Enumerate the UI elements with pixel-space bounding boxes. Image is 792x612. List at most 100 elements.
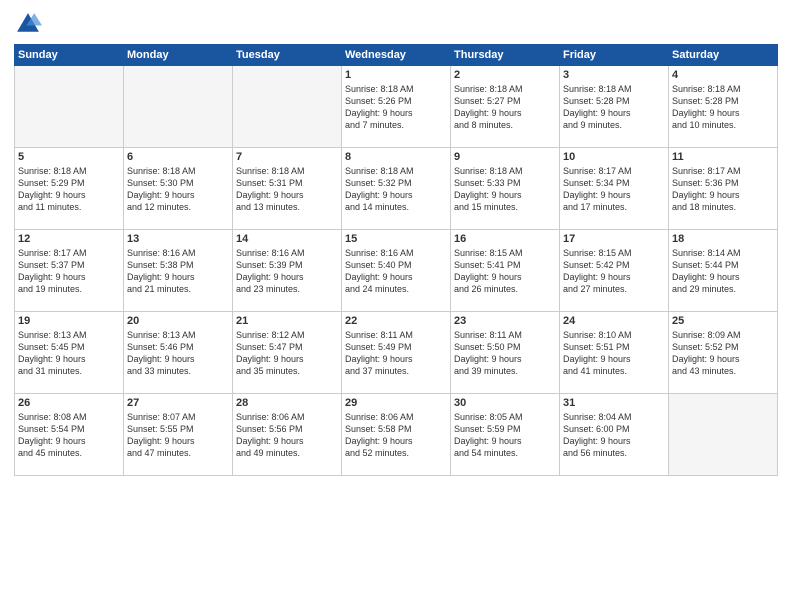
day-cell: 13 Sunrise: 8:16 AMSunset: 5:38 PMDayligh…: [124, 230, 233, 312]
header-cell-thursday: Thursday: [451, 45, 560, 66]
day-info: Sunrise: 8:16 AMSunset: 5:39 PMDaylight:…: [236, 247, 338, 296]
day-number: 1: [345, 69, 447, 81]
day-number: 18: [672, 233, 774, 245]
day-info: Sunrise: 8:09 AMSunset: 5:52 PMDaylight:…: [672, 329, 774, 378]
day-info: Sunrise: 8:18 AMSunset: 5:30 PMDaylight:…: [127, 165, 229, 214]
day-info: Sunrise: 8:10 AMSunset: 5:51 PMDaylight:…: [563, 329, 665, 378]
day-cell: 9 Sunrise: 8:18 AMSunset: 5:33 PMDaylight…: [451, 148, 560, 230]
day-info: Sunrise: 8:18 AMSunset: 5:26 PMDaylight:…: [345, 83, 447, 132]
day-cell: 14 Sunrise: 8:16 AMSunset: 5:39 PMDayligh…: [233, 230, 342, 312]
day-number: 23: [454, 315, 556, 327]
day-cell: 3 Sunrise: 8:18 AMSunset: 5:28 PMDaylight…: [560, 66, 669, 148]
calendar-body: 1 Sunrise: 8:18 AMSunset: 5:26 PMDaylight…: [15, 66, 778, 476]
day-info: Sunrise: 8:14 AMSunset: 5:44 PMDaylight:…: [672, 247, 774, 296]
day-cell: 28 Sunrise: 8:06 AMSunset: 5:56 PMDayligh…: [233, 394, 342, 476]
day-info: Sunrise: 8:16 AMSunset: 5:40 PMDaylight:…: [345, 247, 447, 296]
day-number: 3: [563, 69, 665, 81]
day-number: 19: [18, 315, 120, 327]
day-number: 21: [236, 315, 338, 327]
day-cell: 30 Sunrise: 8:05 AMSunset: 5:59 PMDayligh…: [451, 394, 560, 476]
day-cell: 1 Sunrise: 8:18 AMSunset: 5:26 PMDaylight…: [342, 66, 451, 148]
week-row-1: 1 Sunrise: 8:18 AMSunset: 5:26 PMDaylight…: [15, 66, 778, 148]
day-cell: [233, 66, 342, 148]
day-cell: 21Sunrise: 8:12 AMSunset: 5:47 PMDayligh…: [233, 312, 342, 394]
day-info: Sunrise: 8:18 AMSunset: 5:28 PMDaylight:…: [672, 83, 774, 132]
day-number: 20: [127, 315, 229, 327]
day-cell: 8 Sunrise: 8:18 AMSunset: 5:32 PMDaylight…: [342, 148, 451, 230]
day-number: 29: [345, 397, 447, 409]
week-row-3: 12 Sunrise: 8:17 AMSunset: 5:37 PMDayligh…: [15, 230, 778, 312]
header-cell-tuesday: Tuesday: [233, 45, 342, 66]
day-info: Sunrise: 8:15 AMSunset: 5:42 PMDaylight:…: [563, 247, 665, 296]
day-number: 16: [454, 233, 556, 245]
header: [14, 10, 778, 38]
day-number: 4: [672, 69, 774, 81]
day-number: 2: [454, 69, 556, 81]
day-number: 13: [127, 233, 229, 245]
day-number: 30: [454, 397, 556, 409]
day-info: Sunrise: 8:04 AMSunset: 6:00 PMDaylight:…: [563, 411, 665, 460]
day-cell: 24 Sunrise: 8:10 AMSunset: 5:51 PMDayligh…: [560, 312, 669, 394]
day-number: 28: [236, 397, 338, 409]
day-cell: 22 Sunrise: 8:11 AMSunset: 5:49 PMDayligh…: [342, 312, 451, 394]
day-info: Sunrise: 8:06 AMSunset: 5:56 PMDaylight:…: [236, 411, 338, 460]
day-number: 9: [454, 151, 556, 163]
day-number: 5: [18, 151, 120, 163]
day-info: Sunrise: 8:13 AMSunset: 5:45 PMDaylight:…: [18, 329, 120, 378]
day-cell: 15 Sunrise: 8:16 AMSunset: 5:40 PMDayligh…: [342, 230, 451, 312]
header-row: SundayMondayTuesdayWednesdayThursdayFrid…: [15, 45, 778, 66]
day-info: Sunrise: 8:18 AMSunset: 5:29 PMDaylight:…: [18, 165, 120, 214]
day-cell: 12 Sunrise: 8:17 AMSunset: 5:37 PMDayligh…: [15, 230, 124, 312]
day-cell: 2 Sunrise: 8:18 AMSunset: 5:27 PMDaylight…: [451, 66, 560, 148]
day-number: 11: [672, 151, 774, 163]
header-cell-sunday: Sunday: [15, 45, 124, 66]
day-info: Sunrise: 8:17 AMSunset: 5:36 PMDaylight:…: [672, 165, 774, 214]
day-info: Sunrise: 8:15 AMSunset: 5:41 PMDaylight:…: [454, 247, 556, 296]
day-info: Sunrise: 8:18 AMSunset: 5:27 PMDaylight:…: [454, 83, 556, 132]
day-info: Sunrise: 8:18 AMSunset: 5:32 PMDaylight:…: [345, 165, 447, 214]
day-info: Sunrise: 8:16 AMSunset: 5:38 PMDaylight:…: [127, 247, 229, 296]
day-info: Sunrise: 8:05 AMSunset: 5:59 PMDaylight:…: [454, 411, 556, 460]
day-info: Sunrise: 8:18 AMSunset: 5:28 PMDaylight:…: [563, 83, 665, 132]
day-cell: 4 Sunrise: 8:18 AMSunset: 5:28 PMDaylight…: [669, 66, 778, 148]
day-cell: 5 Sunrise: 8:18 AMSunset: 5:29 PMDaylight…: [15, 148, 124, 230]
header-cell-saturday: Saturday: [669, 45, 778, 66]
day-cell: 17 Sunrise: 8:15 AMSunset: 5:42 PMDayligh…: [560, 230, 669, 312]
day-info: Sunrise: 8:11 AMSunset: 5:49 PMDaylight:…: [345, 329, 447, 378]
day-number: 12: [18, 233, 120, 245]
header-cell-friday: Friday: [560, 45, 669, 66]
logo-icon: [14, 10, 42, 38]
day-cell: 7Sunrise: 8:18 AMSunset: 5:31 PMDaylight…: [233, 148, 342, 230]
header-cell-wednesday: Wednesday: [342, 45, 451, 66]
day-cell: 19 Sunrise: 8:13 AMSunset: 5:45 PMDayligh…: [15, 312, 124, 394]
day-number: 24: [563, 315, 665, 327]
calendar-table: SundayMondayTuesdayWednesdayThursdayFrid…: [14, 44, 778, 476]
day-cell: 23 Sunrise: 8:11 AMSunset: 5:50 PMDayligh…: [451, 312, 560, 394]
day-number: 15: [345, 233, 447, 245]
day-cell: 27Sunrise: 8:07 AMSunset: 5:55 PMDayligh…: [124, 394, 233, 476]
day-info: Sunrise: 8:06 AMSunset: 5:58 PMDaylight:…: [345, 411, 447, 460]
day-cell: 18 Sunrise: 8:14 AMSunset: 5:44 PMDayligh…: [669, 230, 778, 312]
day-number: 25: [672, 315, 774, 327]
day-info: Sunrise: 8:11 AMSunset: 5:50 PMDaylight:…: [454, 329, 556, 378]
day-number: 27: [127, 397, 229, 409]
day-info: Sunrise: 8:13 AMSunset: 5:46 PMDaylight:…: [127, 329, 229, 378]
day-number: 17: [563, 233, 665, 245]
day-cell: 11 Sunrise: 8:17 AMSunset: 5:36 PMDayligh…: [669, 148, 778, 230]
day-cell: 20 Sunrise: 8:13 AMSunset: 5:46 PMDayligh…: [124, 312, 233, 394]
day-cell: 26 Sunrise: 8:08 AMSunset: 5:54 PMDayligh…: [15, 394, 124, 476]
day-info: Sunrise: 8:17 AMSunset: 5:37 PMDaylight:…: [18, 247, 120, 296]
day-number: 14: [236, 233, 338, 245]
day-cell: 16 Sunrise: 8:15 AMSunset: 5:41 PMDayligh…: [451, 230, 560, 312]
day-number: 26: [18, 397, 120, 409]
day-info: Sunrise: 8:08 AMSunset: 5:54 PMDaylight:…: [18, 411, 120, 460]
day-number: 6: [127, 151, 229, 163]
calendar-header: SundayMondayTuesdayWednesdayThursdayFrid…: [15, 45, 778, 66]
day-number: 10: [563, 151, 665, 163]
day-info: Sunrise: 8:18 AMSunset: 5:31 PMDaylight:…: [236, 165, 338, 214]
day-info: Sunrise: 8:18 AMSunset: 5:33 PMDaylight:…: [454, 165, 556, 214]
week-row-2: 5 Sunrise: 8:18 AMSunset: 5:29 PMDaylight…: [15, 148, 778, 230]
day-number: 22: [345, 315, 447, 327]
day-number: 8: [345, 151, 447, 163]
day-number: 31: [563, 397, 665, 409]
